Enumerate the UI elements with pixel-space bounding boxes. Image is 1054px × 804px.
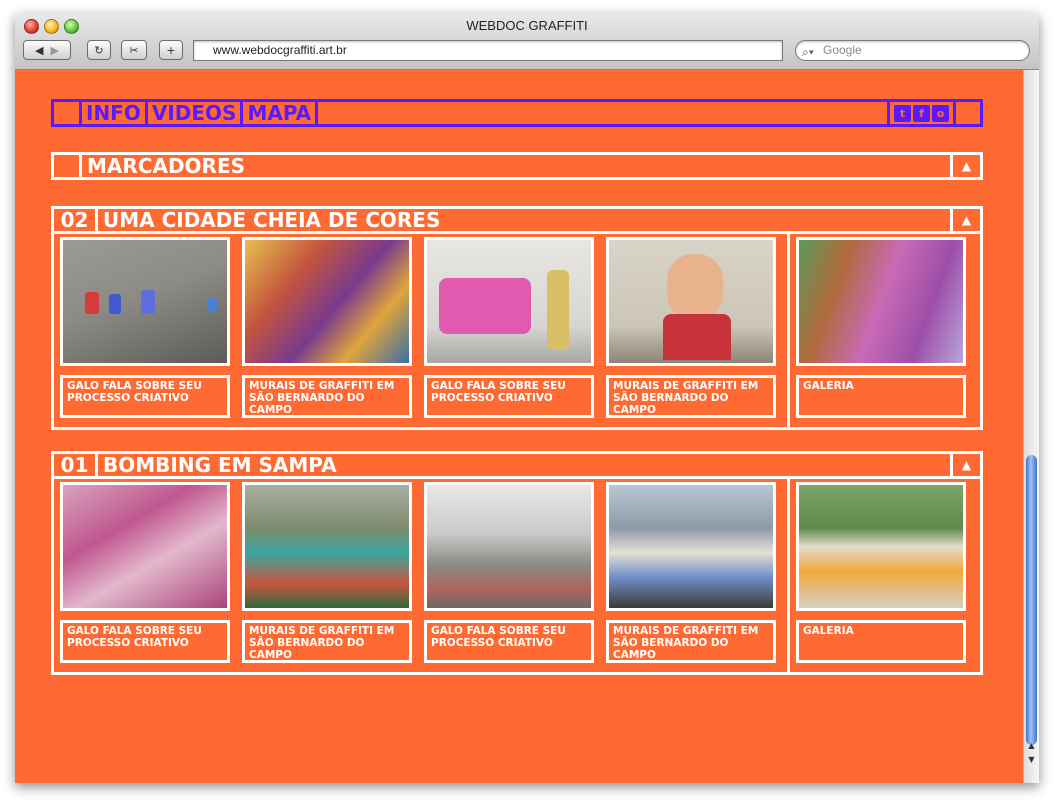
nav-left-cell <box>54 102 82 124</box>
gallery-thumbnail[interactable] <box>796 237 966 366</box>
video-thumbnail[interactable] <box>606 482 776 611</box>
scroll-up-arrow-icon[interactable]: ▲ <box>1024 740 1039 752</box>
back-arrow-icon[interactable]: ◀ <box>35 44 43 57</box>
marcadores-bar[interactable]: MARCADORES ▲ <box>51 152 983 180</box>
instagram-icon[interactable]: o <box>932 104 949 122</box>
search-field[interactable]: ⌕▾ Google <box>795 40 1030 61</box>
page-viewport: INFO VIDEOS MAPA t f o MARCADORES ▲ 02 U… <box>15 70 1023 783</box>
reload-icon: ↻ <box>94 44 104 57</box>
section-02-videos: GALO FALA SOBRE SEU PROCESSO CRIATIVO MU… <box>51 234 983 430</box>
forward-arrow-icon[interactable]: ▶ <box>51 44 59 57</box>
section-01-header[interactable]: 01 BOMBING EM SAMPA ▲ <box>51 451 983 479</box>
nav-link-mapa[interactable]: MAPA <box>243 102 319 124</box>
address-field[interactable]: www.webdocgraffiti.art.br <box>193 40 783 61</box>
video-caption[interactable]: MURAIS DE GRAFFITI EM SÃO BERNARDO DO CA… <box>606 375 776 418</box>
title-bar: WEBDOC GRAFFITI ◀ ▶ ↻ ✂ + www.webdocgraf… <box>15 13 1039 70</box>
top-nav: INFO VIDEOS MAPA t f o <box>51 99 983 127</box>
video-thumbnail[interactable] <box>242 237 412 366</box>
video-caption[interactable]: GALO FALA SOBRE SEU PROCESSO CRIATIVO <box>424 375 594 418</box>
nav-spacer <box>318 102 890 124</box>
browser-window: WEBDOC GRAFFITI ◀ ▶ ↻ ✂ + www.webdocgraf… <box>15 13 1039 783</box>
gallery-thumbnail[interactable] <box>796 482 966 611</box>
collapse-arrow-icon[interactable]: ▲ <box>953 209 980 231</box>
video-caption[interactable]: MURAIS DE GRAFFITI EM SÃO BERNARDO DO CA… <box>242 620 412 663</box>
scrollbar-thumb[interactable] <box>1026 455 1037 745</box>
video-thumbnail[interactable] <box>424 237 594 366</box>
nav-right-cell <box>956 102 980 124</box>
section-01-videos: GALO FALA SOBRE SEU PROCESSO CRIATIVO MU… <box>51 479 983 675</box>
gallery-caption[interactable]: GALERIA <box>796 620 966 663</box>
video-caption[interactable]: GALO FALA SOBRE SEU PROCESSO CRIATIVO <box>60 620 230 663</box>
collapse-arrow-icon[interactable]: ▲ <box>953 155 980 177</box>
add-bookmark-button[interactable]: + <box>159 40 183 60</box>
scroll-down-arrow-icon[interactable]: ▼ <box>1024 754 1039 766</box>
video-caption[interactable]: GALO FALA SOBRE SEU PROCESSO CRIATIVO <box>60 375 230 418</box>
video-thumbnail[interactable] <box>424 482 594 611</box>
gallery-divider <box>787 234 790 427</box>
window-title: WEBDOC GRAFFITI <box>466 18 588 33</box>
facebook-icon[interactable]: f <box>913 104 930 122</box>
plus-icon: + <box>166 44 176 57</box>
gallery-caption[interactable]: GALERIA <box>796 375 966 418</box>
section-number: 01 <box>54 454 98 476</box>
reload-button[interactable]: ↻ <box>87 40 111 60</box>
video-thumbnail[interactable] <box>242 482 412 611</box>
twitter-icon[interactable]: t <box>894 104 911 122</box>
vertical-scrollbar[interactable]: ▲ ▼ <box>1023 70 1039 783</box>
video-thumbnail[interactable] <box>60 237 230 366</box>
marcadores-lead-cell <box>54 155 82 177</box>
section-02-header[interactable]: 02 UMA CIDADE CHEIA DE CORES ▲ <box>51 206 983 234</box>
section-title: BOMBING EM SAMPA <box>98 454 953 476</box>
nav-link-info[interactable]: INFO <box>82 102 148 124</box>
social-links: t f o <box>890 102 956 124</box>
webclip-icon: ✂ <box>129 44 139 57</box>
video-thumbnail[interactable] <box>60 482 230 611</box>
video-caption[interactable]: GALO FALA SOBRE SEU PROCESSO CRIATIVO <box>424 620 594 663</box>
collapse-arrow-icon[interactable]: ▲ <box>953 454 980 476</box>
video-caption[interactable]: MURAIS DE GRAFFITI EM SÃO BERNARDO DO CA… <box>606 620 776 663</box>
marcadores-title: MARCADORES <box>82 155 953 177</box>
section-number: 02 <box>54 209 98 231</box>
snapback-button[interactable]: ✂ <box>121 40 147 60</box>
search-icon: ⌕▾ <box>802 45 814 59</box>
gallery-divider <box>787 479 790 672</box>
video-thumbnail[interactable] <box>606 237 776 366</box>
search-placeholder: Google <box>823 43 862 57</box>
section-title: UMA CIDADE CHEIA DE CORES <box>98 209 953 231</box>
back-forward-buttons[interactable]: ◀ ▶ <box>23 40 71 60</box>
video-caption[interactable]: MURAIS DE GRAFFITI EM SÃO BERNARDO DO CA… <box>242 375 412 418</box>
nav-link-videos[interactable]: VIDEOS <box>148 102 244 124</box>
